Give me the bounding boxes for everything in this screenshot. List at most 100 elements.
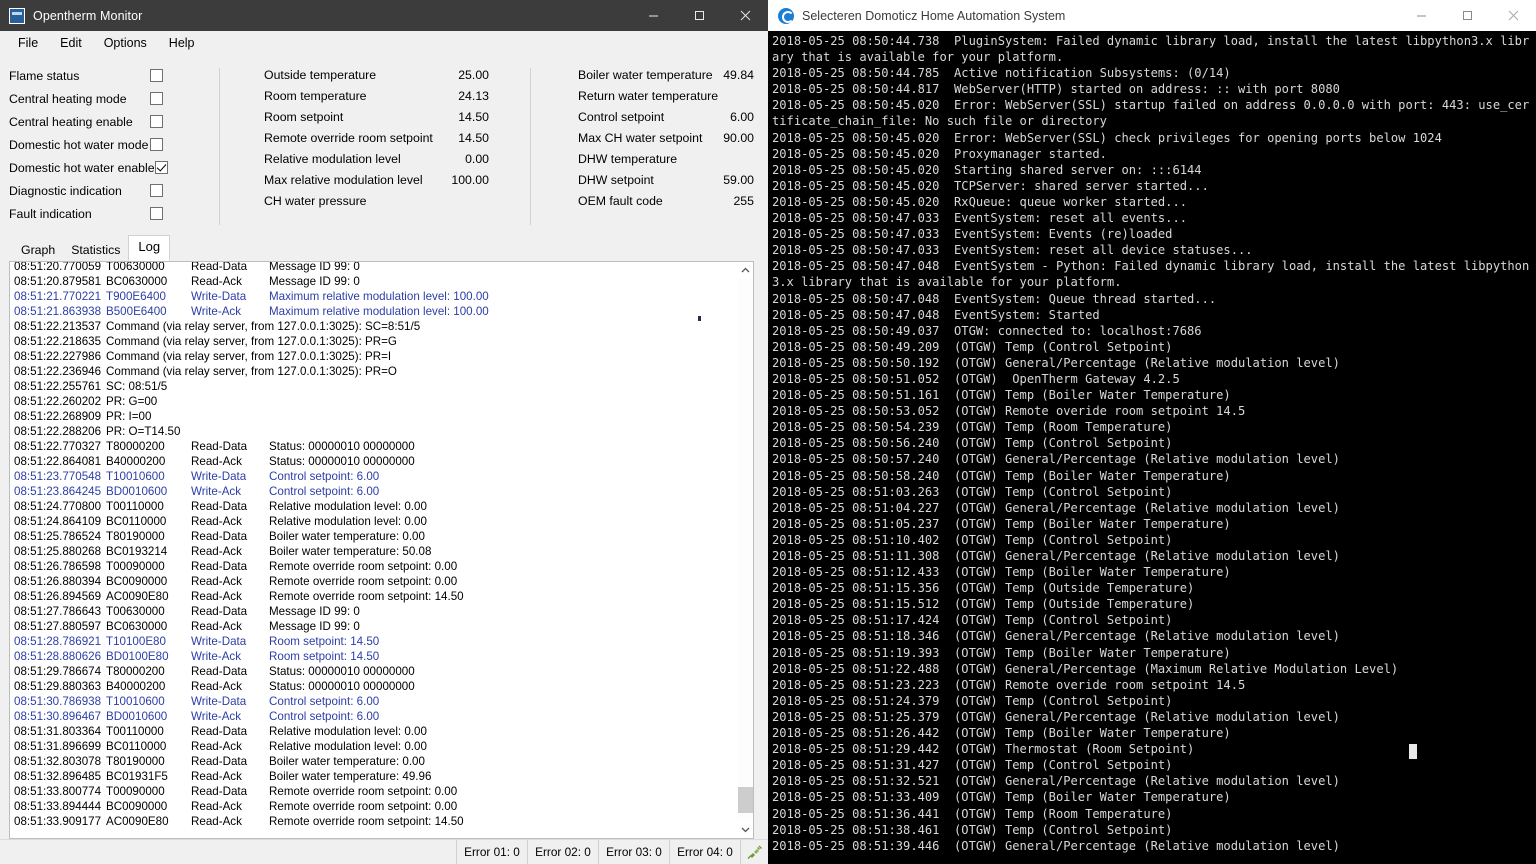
close-icon[interactable] [722,0,768,31]
opentherm-window-controls [630,0,768,31]
log-line: 08:51:25.786524 T80190000 Read-Data Boiler … [14,530,425,543]
value-reading: 24.13 [458,88,489,103]
value-row: Room temperature 24.13 [219,85,530,106]
opentherm-menubar: File Edit Options Help [0,31,768,56]
console-line: 2018-05-25 08:51:38.461 (OTGW) Temp (Con… [772,822,1173,837]
log-line: 08:51:22.260202 PR: G=00 [14,395,158,408]
console-line: 2018-05-25 08:51:26.442 (OTGW) Temp (Boi… [772,726,1231,741]
console-line: 2018-05-25 08:51:32.521 (OTGW) General/P… [772,774,1340,789]
plug-connected-icon [740,840,768,864]
status-flag-label: Flame status [9,68,80,83]
minimize-icon[interactable] [630,0,676,31]
value-reading: 90.00 [723,130,754,145]
value-reading: 6.00 [730,109,754,124]
status-flag-checkbox[interactable] [150,69,163,82]
console-line: 2018-05-25 08:50:47.033 EventSystem: res… [772,243,1253,258]
value-reading: 100.00 [451,172,489,187]
console-line: 2018-05-25 08:51:17.424 (OTGW) Temp (Con… [772,613,1173,628]
status-flag-label: Central heating enable [9,114,133,129]
close-icon[interactable] [1490,0,1536,31]
log-line: 08:51:28.880626 BD0100E80 Write-Ack Room se… [14,650,380,663]
log-line: 08:51:21.863938 B500E6400 Write-Ack Maximum… [14,305,489,318]
value-row: Outside temperature 25.00 [219,64,530,85]
status-flags-column: Flame status Central heating mode Central … [0,64,219,231]
console-line: 2018-05-25 08:51:10.402 (OTGW) Temp (Con… [772,532,1173,547]
log-line: 08:51:27.880597 BC0630000 Read-Ack Message … [14,620,360,633]
console-line: 2018-05-25 08:51:36.441 (OTGW) Temp (Roo… [772,806,1173,821]
tab-graph[interactable]: Graph [13,238,64,262]
console-line: 2018-05-25 08:50:44.817 WebServer(HTTP) … [772,82,1340,97]
console-line: 2018-05-25 08:50:57.240 (OTGW) General/P… [772,452,1340,467]
console-line: 2018-05-25 08:50:45.020 RxQueue: queue w… [772,194,1188,209]
opentherm-tabbar: Graph Statistics Log [0,235,768,262]
minimize-icon[interactable] [1398,0,1444,31]
domoticz-console-window: Selecteren Domoticz Home Automation Syst… [768,0,1536,864]
console-line: 2018-05-25 08:50:49.037 OTGW: connected … [772,323,1202,338]
console-line: 2018-05-25 08:50:45.020 Proxymanager sta… [772,146,1107,161]
status-flag-checkbox[interactable] [150,207,163,220]
log-line: 08:51:24.770800 T00110000 Read-Data Relativ… [14,500,427,513]
log-line: 08:51:30.896467 BD0010600 Write-Ack Control… [14,710,380,723]
console-line: 2018-05-25 08:51:15.512 (OTGW) Temp (Out… [772,597,1195,612]
value-row: Remote override room setpoint 14.50 [219,127,530,148]
status-flag-label: Central heating mode [9,91,127,106]
console-line: 2018-05-25 08:50:58.240 (OTGW) Temp (Boi… [772,468,1231,483]
maximize-icon[interactable] [676,0,722,31]
log-line: 08:51:32.896485 BC01931F5 Read-Ack Boiler w… [14,770,432,783]
console-line: 2018-05-25 08:51:33.409 (OTGW) Temp (Boi… [772,790,1231,805]
domoticz-console-output[interactable]: 2018-05-25 08:50:44.738 PluginSystem: Fa… [768,31,1536,864]
console-line: 2018-05-25 08:50:47.048 EventSystem - Py… [772,259,1530,290]
scroll-up-icon[interactable] [736,262,753,279]
domoticz-app-icon [778,7,794,24]
tab-statistics[interactable]: Statistics [63,238,129,262]
status-error-04: Error 04: 0 [669,840,740,864]
console-line: 2018-05-25 08:50:47.048 EventSystem: Que… [772,291,1217,306]
maximize-icon[interactable] [1444,0,1490,31]
menu-item-edit[interactable]: Edit [49,33,93,53]
scrollbar-track[interactable] [736,279,753,821]
console-line: 2018-05-25 08:50:44.785 Active notificat… [772,66,1231,81]
log-line: 08:51:31.896699 BC0110000 Read-Ack Relative… [14,740,427,753]
log-line: 08:51:22.236946 Command (via relay server… [14,365,397,378]
menu-item-help[interactable]: Help [158,33,206,53]
status-flag-checkbox[interactable] [150,138,163,151]
opentherm-monitor-window: Opentherm Monitor File Edit Options Help… [0,0,768,864]
opentherm-titlebar: Opentherm Monitor [0,0,768,31]
tab-log[interactable]: Log [128,235,171,261]
console-line: 2018-05-25 08:51:19.393 (OTGW) Temp (Boi… [772,645,1231,660]
status-flag-row: Domestic hot water enable [9,156,219,179]
value-reading: 59.00 [723,172,754,187]
scroll-down-icon[interactable] [736,821,753,838]
status-flag-checkbox[interactable] [154,161,168,174]
status-flag-checkbox[interactable] [150,115,163,128]
opentherm-app-icon [9,7,25,24]
status-flag-checkbox[interactable] [150,184,163,197]
console-line: 2018-05-25 08:51:15.356 (OTGW) Temp (Out… [772,581,1195,596]
log-line: 08:51:22.213537 Command (via relay server… [14,320,421,333]
boiler-values-column: Boiler water temperature 49.84 Return wate… [530,64,768,231]
log-line: 08:51:26.894569 AC0090E80 Read-Ack Remote o… [14,590,464,603]
thermostat-values-column: Outside temperature 25.00 Room temperature… [219,64,530,231]
value-row: Max relative modulation level 100.00 [219,169,530,190]
console-line: 2018-05-25 08:50:47.033 EventSystem: res… [772,211,1188,226]
log-line: 08:51:22.218635 Command (via relay server… [14,335,397,348]
log-scrollbar[interactable] [736,262,753,838]
log-line: 08:51:22.864081 B40000200 Read-Ack Status: … [14,455,415,468]
console-line: 2018-05-25 08:51:05.237 (OTGW) Temp (Boi… [772,516,1231,531]
value-label: OEM fault code [578,193,663,208]
console-line: 2018-05-25 08:50:47.048 EventSystem: Sta… [772,307,1100,322]
scrollbar-thumb[interactable] [737,787,753,813]
value-row: DHW temperature [530,148,768,169]
menu-item-options[interactable]: Options [93,33,158,53]
console-line: 2018-05-25 08:51:25.379 (OTGW) General/P… [772,709,1340,724]
console-line: 2018-05-25 08:51:04.227 (OTGW) General/P… [772,500,1340,515]
value-label: Boiler water temperature [578,67,713,82]
status-flag-checkbox[interactable] [150,92,163,105]
value-label: Room temperature [264,88,367,103]
value-label: Room setpoint [264,109,344,124]
value-row: Boiler water temperature 49.84 [530,64,768,85]
console-line: 2018-05-25 08:50:45.020 TCPServer: share… [772,178,1209,193]
value-reading: 14.50 [458,109,489,124]
menu-item-file[interactable]: File [7,33,49,53]
log-line: 08:51:20.770059 T00630000 Read-Data Message… [14,262,360,273]
